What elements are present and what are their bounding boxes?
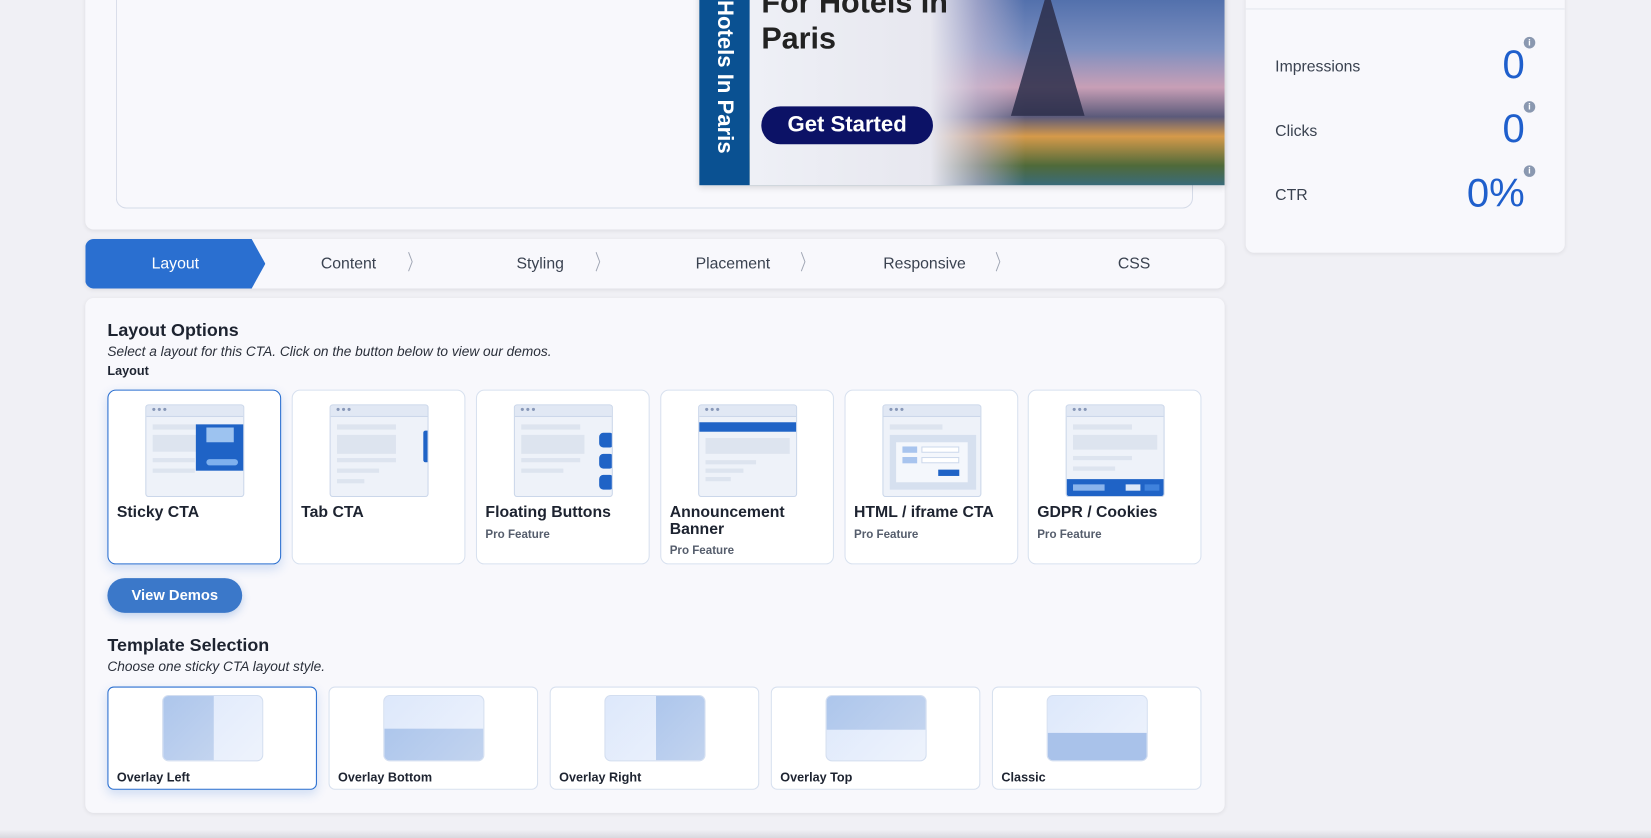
pro-feature-badge: Pro Feature	[485, 528, 550, 542]
tab-css[interactable]: CSS	[1071, 239, 1197, 288]
stat-label: Clicks	[1275, 122, 1318, 141]
view-demos-button[interactable]: View Demos	[107, 578, 243, 613]
sticky-cta-thumbnail: ●●●	[145, 404, 245, 498]
chevron-right-icon: 〉	[594, 251, 608, 275]
info-icon[interactable]: i	[1523, 165, 1536, 177]
cta-preview-area: Hotels In Paris For Hotels In Paris Get …	[115, 0, 1225, 209]
layout-options-title: Layout Options	[107, 320, 239, 341]
template-label: Classic	[1001, 769, 1046, 785]
overlay-left-thumbnail	[162, 694, 264, 762]
info-icon[interactable]: i	[1523, 36, 1536, 49]
template-label: Overlay Bottom	[338, 769, 433, 785]
template-selection-title: Template Selection	[107, 634, 270, 655]
layout-card-gdpr-cookies[interactable]: ●●● GDPR / Cookies Pro Feature	[1027, 389, 1202, 565]
template-selection-subtitle: Choose one sticky CTA layout style.	[107, 658, 326, 674]
template-label: Overlay Top	[780, 769, 853, 785]
layout-card-title: Tab CTA	[301, 503, 364, 522]
template-overlay-right[interactable]: Overlay Right	[549, 686, 760, 790]
pro-feature-badge: Pro Feature	[853, 528, 919, 542]
template-overlay-top[interactable]: Overlay Top	[770, 686, 981, 790]
get-started-button[interactable]: Get Started	[761, 106, 933, 145]
classic-thumbnail	[1046, 694, 1148, 762]
html-iframe-thumbnail: ●●●	[882, 404, 982, 498]
template-overlay-bottom[interactable]: Overlay Bottom	[328, 686, 539, 790]
layout-card-title: GDPR / Cookies	[1037, 503, 1158, 522]
divider	[1245, 8, 1565, 10]
layout-options-subtitle: Select a layout for this CTA. Click on t…	[107, 343, 552, 360]
layout-card-title: Floating Buttons	[485, 503, 611, 522]
template-overlay-left[interactable]: Overlay Left	[107, 686, 317, 790]
layout-card-sticky-cta[interactable]: ●●● Sticky CTA	[107, 389, 282, 565]
tab-styling[interactable]: Styling	[477, 239, 603, 288]
tab-placement[interactable]: Placement	[670, 239, 796, 288]
stat-label: CTR	[1275, 186, 1308, 205]
stat-ctr: CTR 0% i	[1275, 165, 1536, 218]
banner-headline: For Hotels In Paris	[761, 0, 948, 56]
stat-impressions: Impressions 0 i	[1275, 36, 1536, 89]
template-label: Overlay Left	[116, 769, 190, 785]
template-label: Overlay Right	[559, 769, 642, 785]
layout-card-title: HTML / iframe CTA	[853, 503, 994, 522]
cta-banner-preview: Hotels In Paris For Hotels In Paris Get …	[699, 0, 1225, 186]
chevron-right-icon: 〉	[407, 251, 421, 275]
floating-buttons-thumbnail: ●●●	[513, 404, 613, 498]
stats-card: Impressions 0 i Clicks 0 i CTR 0% i	[1245, 0, 1565, 253]
stat-clicks: Clicks 0 i	[1275, 101, 1536, 154]
layout-card-title: Sticky CTA	[116, 503, 200, 522]
stat-value: 0	[1502, 107, 1525, 152]
template-classic[interactable]: Classic	[991, 686, 1202, 790]
overlay-top-thumbnail	[825, 694, 927, 762]
info-icon[interactable]: i	[1523, 101, 1536, 113]
banner-vertical-strip: Hotels In Paris	[699, 0, 750, 186]
layout-card-announcement-banner[interactable]: ●●● Announcement Banner Pro Feature	[660, 389, 834, 565]
announcement-banner-thumbnail: ●●●	[698, 404, 798, 498]
layout-card-title: Announcement Banner	[669, 503, 785, 539]
layout-card-tab-cta[interactable]: ●●● Tab CTA	[291, 389, 466, 565]
stat-value: 0%	[1466, 171, 1525, 216]
page-bottom-edge	[0, 829, 1651, 838]
banner-vertical-text: Hotels In Paris	[712, 0, 738, 154]
overlay-bottom-thumbnail	[383, 694, 485, 762]
overlay-right-thumbnail	[604, 694, 706, 762]
preview-card: Hotels In Paris For Hotels In Paris Get …	[85, 0, 1225, 230]
eiffel-tower-image	[1010, 0, 1085, 116]
tab-layout[interactable]: Layout	[85, 239, 266, 289]
tab-content[interactable]: Content	[285, 239, 411, 288]
layout-card-html-iframe-cta[interactable]: ●●● HTML / iframe CTA Pro Feature	[844, 389, 1019, 565]
tab-cta-thumbnail: ●●●	[329, 404, 429, 498]
layout-card-floating-buttons[interactable]: ●●● Floating Buttons Pro Feature	[475, 389, 650, 565]
chevron-right-icon: 〉	[800, 251, 813, 275]
settings-panel: Layout Options Select a layout for this …	[85, 297, 1225, 813]
stat-label: Impressions	[1275, 57, 1361, 76]
pro-feature-badge: Pro Feature	[1037, 528, 1102, 542]
stat-value: 0	[1502, 43, 1525, 88]
tab-responsive[interactable]: Responsive	[861, 239, 987, 288]
pro-feature-badge: Pro Feature	[669, 544, 735, 558]
step-tabs: Layout Content 〉 Styling 〉 Placement 〉 R…	[85, 239, 1225, 289]
chevron-right-icon: 〉	[995, 251, 1008, 275]
gdpr-cookies-thumbnail: ●●●	[1065, 404, 1165, 498]
layout-field-label: Layout	[107, 363, 149, 379]
